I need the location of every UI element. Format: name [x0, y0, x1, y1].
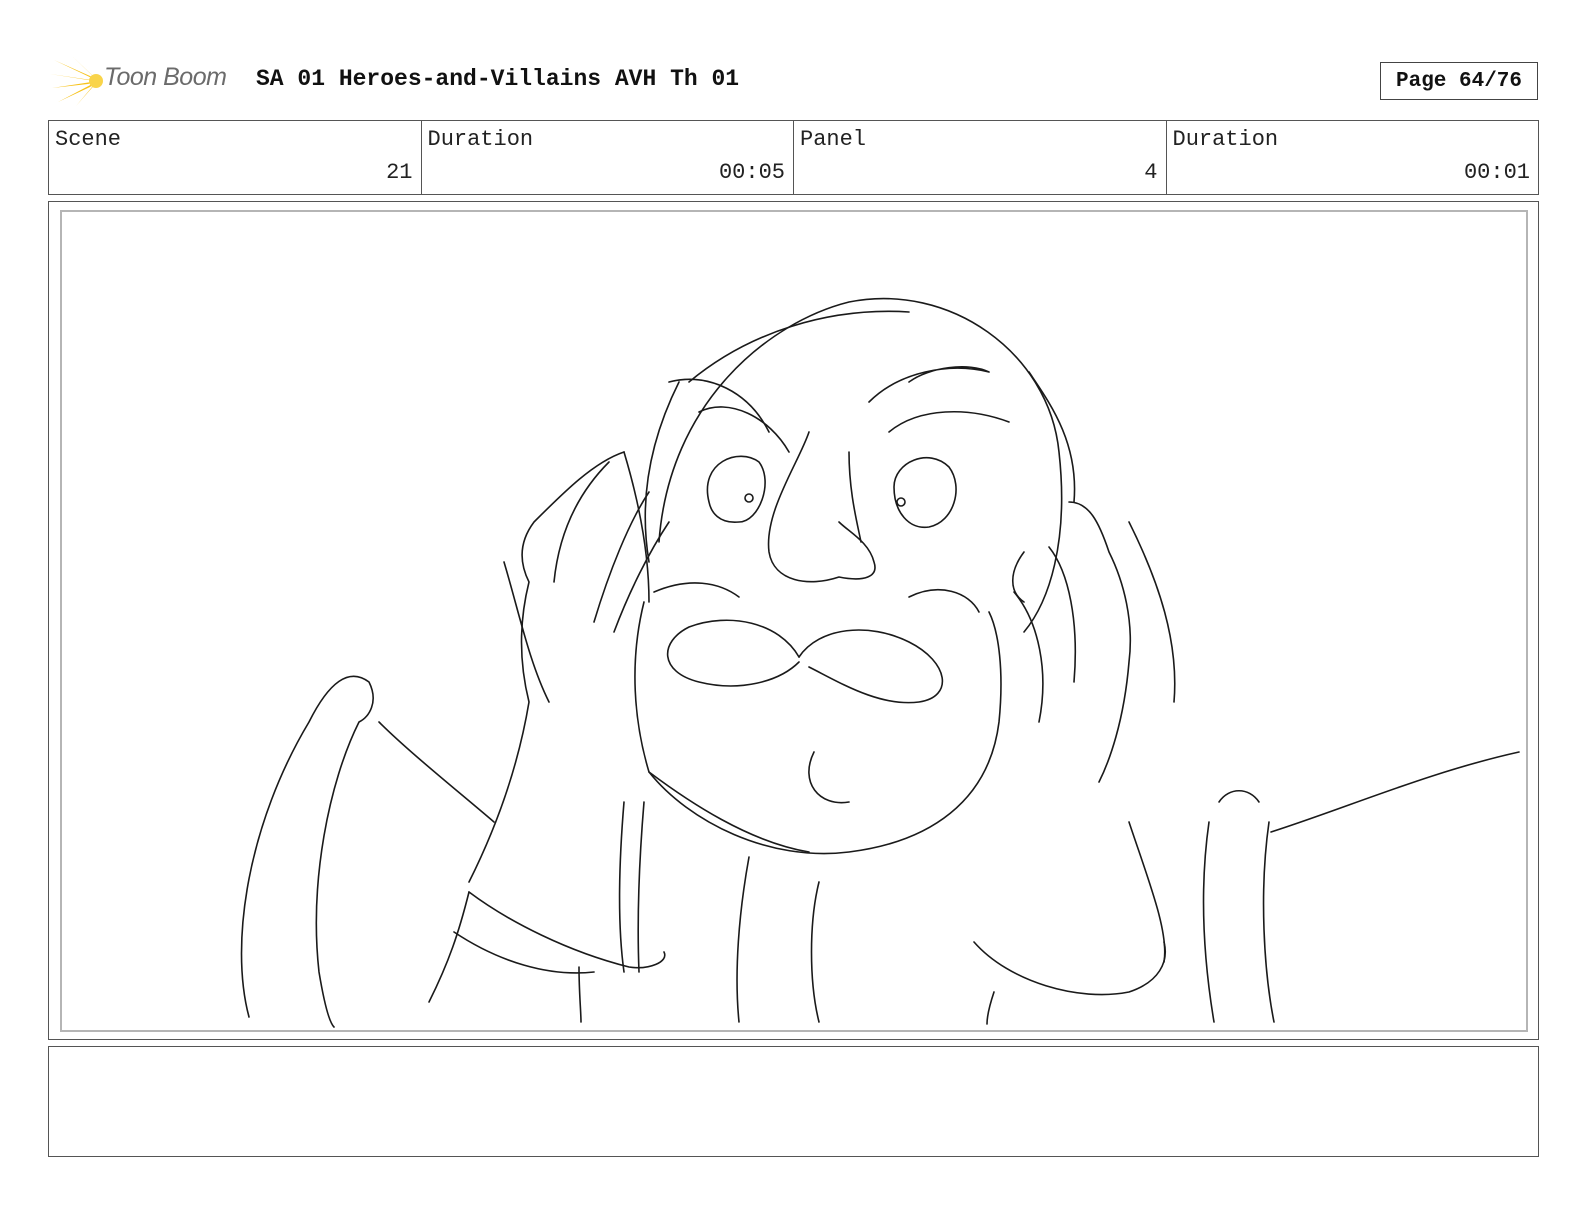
logo-text: Toon Boom — [104, 63, 227, 91]
panel-notes — [48, 1046, 1539, 1157]
right-hand — [1068, 501, 1132, 783]
head-outline — [658, 297, 1063, 633]
panel-duration-label: Duration — [1172, 127, 1279, 152]
nose — [767, 431, 876, 583]
character-sketch — [240, 297, 1520, 1028]
right-cuff — [973, 941, 1166, 996]
panel-info-row: Scene 21 Duration 00:05 Panel 4 Duration… — [48, 120, 1539, 195]
scene-duration-value: 00:05 — [718, 160, 785, 185]
panel-duration-cell: Duration 00:01 — [1167, 121, 1539, 194]
scene-cell: Scene 21 — [49, 121, 422, 194]
panel-value: 4 — [1144, 160, 1158, 185]
panel-duration-value: 00:01 — [1463, 160, 1530, 185]
mustache-right — [798, 629, 944, 704]
left-eye — [706, 455, 766, 523]
document-title: SA 01 Heroes-and-Villains AVH Th 01 — [256, 66, 740, 92]
mustache-left — [666, 619, 800, 687]
right-eye — [893, 456, 957, 529]
page-indicator: Page 64/76 — [1380, 62, 1538, 100]
scene-duration-cell: Duration 00:05 — [422, 121, 794, 194]
scene-label: Scene — [55, 127, 122, 152]
panel-cell: Panel 4 — [794, 121, 1167, 194]
left-shoulder — [240, 675, 374, 1028]
right-brow — [868, 366, 990, 403]
left-hand — [468, 451, 625, 883]
storyboard-panel — [48, 201, 1539, 1040]
right-arm — [1270, 751, 1520, 833]
panel-label: Panel — [800, 127, 867, 152]
scene-duration-label: Duration — [427, 127, 534, 152]
scene-value: 21 — [386, 160, 413, 185]
